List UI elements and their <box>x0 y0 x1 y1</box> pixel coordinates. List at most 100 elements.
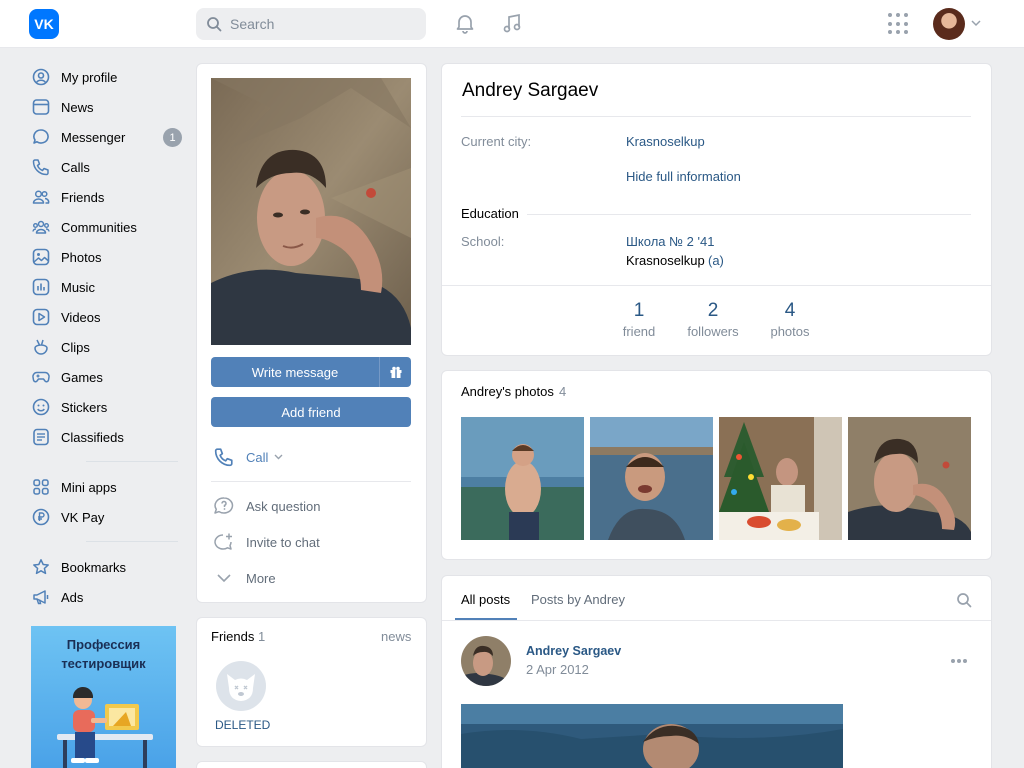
chevron-down-icon[interactable] <box>971 19 981 27</box>
counter-number: 4 <box>784 300 796 321</box>
phone-icon <box>213 447 235 467</box>
more-label: More <box>246 570 276 586</box>
search-input[interactable] <box>230 16 410 32</box>
tab-posts-by-andrey[interactable]: Posts by Andrey <box>531 592 625 607</box>
sidebar-item-label: Music <box>61 279 95 295</box>
sidebar-item-games[interactable]: Games <box>24 362 184 392</box>
call-button[interactable]: Call <box>213 446 283 468</box>
sidebar-item-label: Communities <box>61 219 137 235</box>
sidebar-item-label: Mini apps <box>61 479 117 495</box>
sidebar-item-label: My profile <box>61 69 118 85</box>
sidebar-item-communities[interactable]: Communities <box>24 212 184 242</box>
counter-friends[interactable]: 1 friend <box>599 300 679 342</box>
divider <box>442 620 991 621</box>
friends-news-link[interactable]: news <box>381 629 411 644</box>
education-heading: Education <box>461 206 519 221</box>
post-photo[interactable] <box>461 704 843 768</box>
sidebar-item-stickers[interactable]: Stickers <box>24 392 184 422</box>
phone-icon <box>32 158 50 176</box>
sidebar-item-label: Classifieds <box>61 429 124 445</box>
sidebar-item-messenger[interactable]: Messenger 1 <box>24 122 184 152</box>
sidebar-item-label: Clips <box>61 339 90 355</box>
sidebar-item-label: Friends <box>61 189 105 205</box>
divider <box>211 481 411 482</box>
unread-badge: 1 <box>163 128 182 147</box>
left-sidebar: My profile News Messenger 1 Calls Friend… <box>24 62 184 612</box>
search-box[interactable] <box>196 8 426 40</box>
sidebar-item-label: Ads <box>61 589 84 605</box>
sidebar-item-classifieds[interactable]: Classifieds <box>24 422 184 452</box>
sidebar-item-vk-pay[interactable]: VK Pay <box>24 502 184 532</box>
chevron-down-icon <box>274 454 283 460</box>
invite-to-chat-button[interactable]: Invite to chat <box>213 531 320 553</box>
sidebar-item-ads[interactable]: Ads <box>24 582 184 612</box>
add-friend-button[interactable]: Add friend <box>211 397 411 427</box>
video-icon <box>32 308 50 326</box>
deleted-user-avatar[interactable] <box>216 661 266 711</box>
sidebar-item-label: Bookmarks <box>61 559 127 575</box>
promo-title: Профессия тестировщик <box>61 637 146 671</box>
sidebar-item-music[interactable]: Music <box>24 272 184 302</box>
sidebar-divider <box>86 461 178 462</box>
sidebar-item-calls[interactable]: Calls <box>24 152 184 182</box>
post-author-name[interactable]: Andrey Sargaev <box>526 644 621 658</box>
counter-photos[interactable]: 4 photos <box>750 300 830 342</box>
hide-full-info-link[interactable]: Hide full information <box>626 169 741 184</box>
sidebar-item-mini-apps[interactable]: Mini apps <box>24 472 184 502</box>
deleted-dog-icon <box>227 674 255 701</box>
friends-card-title[interactable]: Friends <box>211 629 254 644</box>
counter-caption: photos <box>770 324 810 339</box>
sidebar-item-bookmarks[interactable]: Bookmarks <box>24 552 184 582</box>
more-options-icon[interactable] <box>950 657 968 665</box>
more-button[interactable]: More <box>213 567 276 589</box>
school-suffix-link[interactable]: (a) <box>708 253 724 268</box>
photos-count: 4 <box>559 384 567 399</box>
apps-grid-icon <box>32 478 50 496</box>
photos-card-title[interactable]: Andrey's photos <box>461 384 554 399</box>
communities-icon <box>32 218 50 236</box>
tab-all-posts[interactable]: All posts <box>461 592 510 607</box>
bell-icon[interactable] <box>452 10 478 36</box>
sidebar-item-videos[interactable]: Videos <box>24 302 184 332</box>
next-card <box>196 761 427 768</box>
photo-thumbnail[interactable] <box>590 417 713 540</box>
photo-thumbnail[interactable] <box>461 417 584 540</box>
sidebar-item-my-profile[interactable]: My profile <box>24 62 184 92</box>
friends-count: 1 <box>258 629 266 644</box>
apps-grid-icon[interactable] <box>888 13 910 35</box>
sidebar-item-label: Photos <box>61 249 102 265</box>
search-icon[interactable] <box>956 592 972 608</box>
user-avatar[interactable] <box>933 8 965 40</box>
ask-question-button[interactable]: Ask question <box>213 495 320 517</box>
divider <box>442 285 991 286</box>
counter-caption: friend <box>622 324 656 339</box>
school-label: School: <box>461 234 505 249</box>
post-author-avatar[interactable] <box>461 636 511 686</box>
tester-illustration <box>57 686 153 768</box>
music-note-icon[interactable] <box>499 10 525 36</box>
gift-button[interactable] <box>379 357 411 387</box>
vk-logo-icon[interactable]: VK <box>29 9 59 39</box>
sidebar-item-photos[interactable]: Photos <box>24 242 184 272</box>
sidebar-item-clips[interactable]: Clips <box>24 332 184 362</box>
sidebar-item-label: News <box>61 99 94 115</box>
ask-question-label: Ask question <box>246 498 321 514</box>
photo-icon <box>32 248 50 266</box>
write-message-button[interactable]: Write message <box>211 357 379 387</box>
friend-name[interactable]: DELETED <box>215 718 270 732</box>
photo-thumbnail[interactable] <box>848 417 971 540</box>
post-date[interactable]: 2 Apr 2012 <box>526 662 589 677</box>
promo-banner[interactable]: Профессия тестировщик <box>31 626 176 768</box>
current-city-link[interactable]: Krasnoselkup <box>626 134 705 149</box>
gamepad-icon <box>32 368 50 386</box>
sidebar-item-news[interactable]: News <box>24 92 184 122</box>
counter-followers[interactable]: 2 followers <box>673 300 753 342</box>
sidebar-item-label: Messenger <box>61 129 126 145</box>
message-icon <box>32 128 50 146</box>
school-city: Krasnoselkup <box>626 253 705 268</box>
photo-thumbnail[interactable] <box>719 417 842 540</box>
counter-number: 2 <box>707 300 719 321</box>
profile-photo[interactable] <box>211 78 411 345</box>
school-link[interactable]: Школа № 2 '41 <box>626 234 714 249</box>
sidebar-item-friends[interactable]: Friends <box>24 182 184 212</box>
